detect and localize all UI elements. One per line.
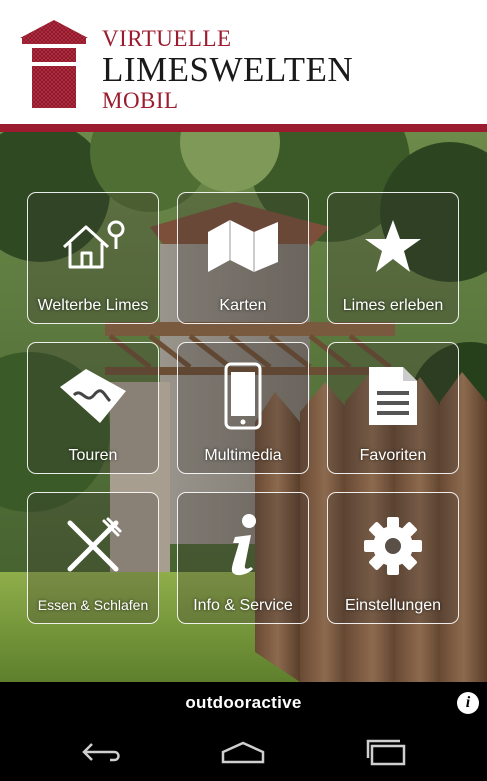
- map-icon: [178, 211, 308, 281]
- info-icon: [178, 511, 308, 581]
- tile-touren[interactable]: Touren: [27, 342, 159, 474]
- home-button[interactable]: [219, 736, 267, 768]
- tile-label: Info & Service: [193, 597, 293, 614]
- logo-line-mobil: MOBIL: [102, 88, 179, 113]
- house-tree-icon: [28, 211, 158, 281]
- outdooractive-brand-link[interactable]: outdooractive: [0, 682, 487, 724]
- tile-limes-erleben[interactable]: Limes erleben: [327, 192, 459, 324]
- document-icon: [328, 361, 458, 431]
- tile-label: Touren: [68, 447, 118, 464]
- tile-label: Multimedia: [204, 447, 282, 464]
- star-icon: [328, 211, 458, 281]
- tile-label: Limes erleben: [342, 297, 444, 314]
- tile-info-service[interactable]: Info & Service: [177, 492, 309, 624]
- route-map-icon: [28, 361, 158, 431]
- back-icon: [82, 743, 120, 762]
- back-button[interactable]: [78, 736, 126, 768]
- tile-favoriten[interactable]: Favoriten: [327, 342, 459, 474]
- smartphone-icon: [178, 361, 308, 431]
- logo-line-limeswelten: LIMESWELTEN: [102, 50, 354, 89]
- app-header: VIRTUELLE LIMESWELTEN MOBIL: [0, 0, 487, 124]
- tile-welterbe-limes[interactable]: Welterbe Limes: [27, 192, 159, 324]
- tile-label: Karten: [219, 297, 267, 314]
- header-accent-bar: [0, 124, 487, 132]
- tile-einstellungen[interactable]: Einstellungen: [327, 492, 459, 624]
- tile-label: Essen & Schlafen: [37, 597, 149, 613]
- tile-multimedia[interactable]: Multimedia: [177, 342, 309, 474]
- recents-icon: [366, 739, 406, 766]
- logo-line-virtuelle: VIRTUELLE: [102, 26, 232, 51]
- tile-label: Favoriten: [359, 447, 427, 464]
- tile-label: Einstellungen: [344, 597, 442, 614]
- fork-knife-icon: [28, 511, 158, 581]
- app-logo-text: VIRTUELLE LIMESWELTEN MOBIL: [102, 26, 353, 114]
- tower-logo-icon: [18, 20, 90, 110]
- info-circle-icon[interactable]: i: [457, 692, 479, 714]
- footer-bar: outdooractive i: [0, 682, 487, 724]
- recents-button[interactable]: [362, 736, 410, 768]
- tile-karten[interactable]: Karten: [177, 192, 309, 324]
- home-icon: [221, 741, 265, 764]
- tile-label: Welterbe Limes: [37, 297, 149, 314]
- tile-essen-schlafen[interactable]: Essen & Schlafen: [27, 492, 159, 624]
- gear-icon: [328, 511, 458, 581]
- system-navigation-bar: [0, 724, 487, 781]
